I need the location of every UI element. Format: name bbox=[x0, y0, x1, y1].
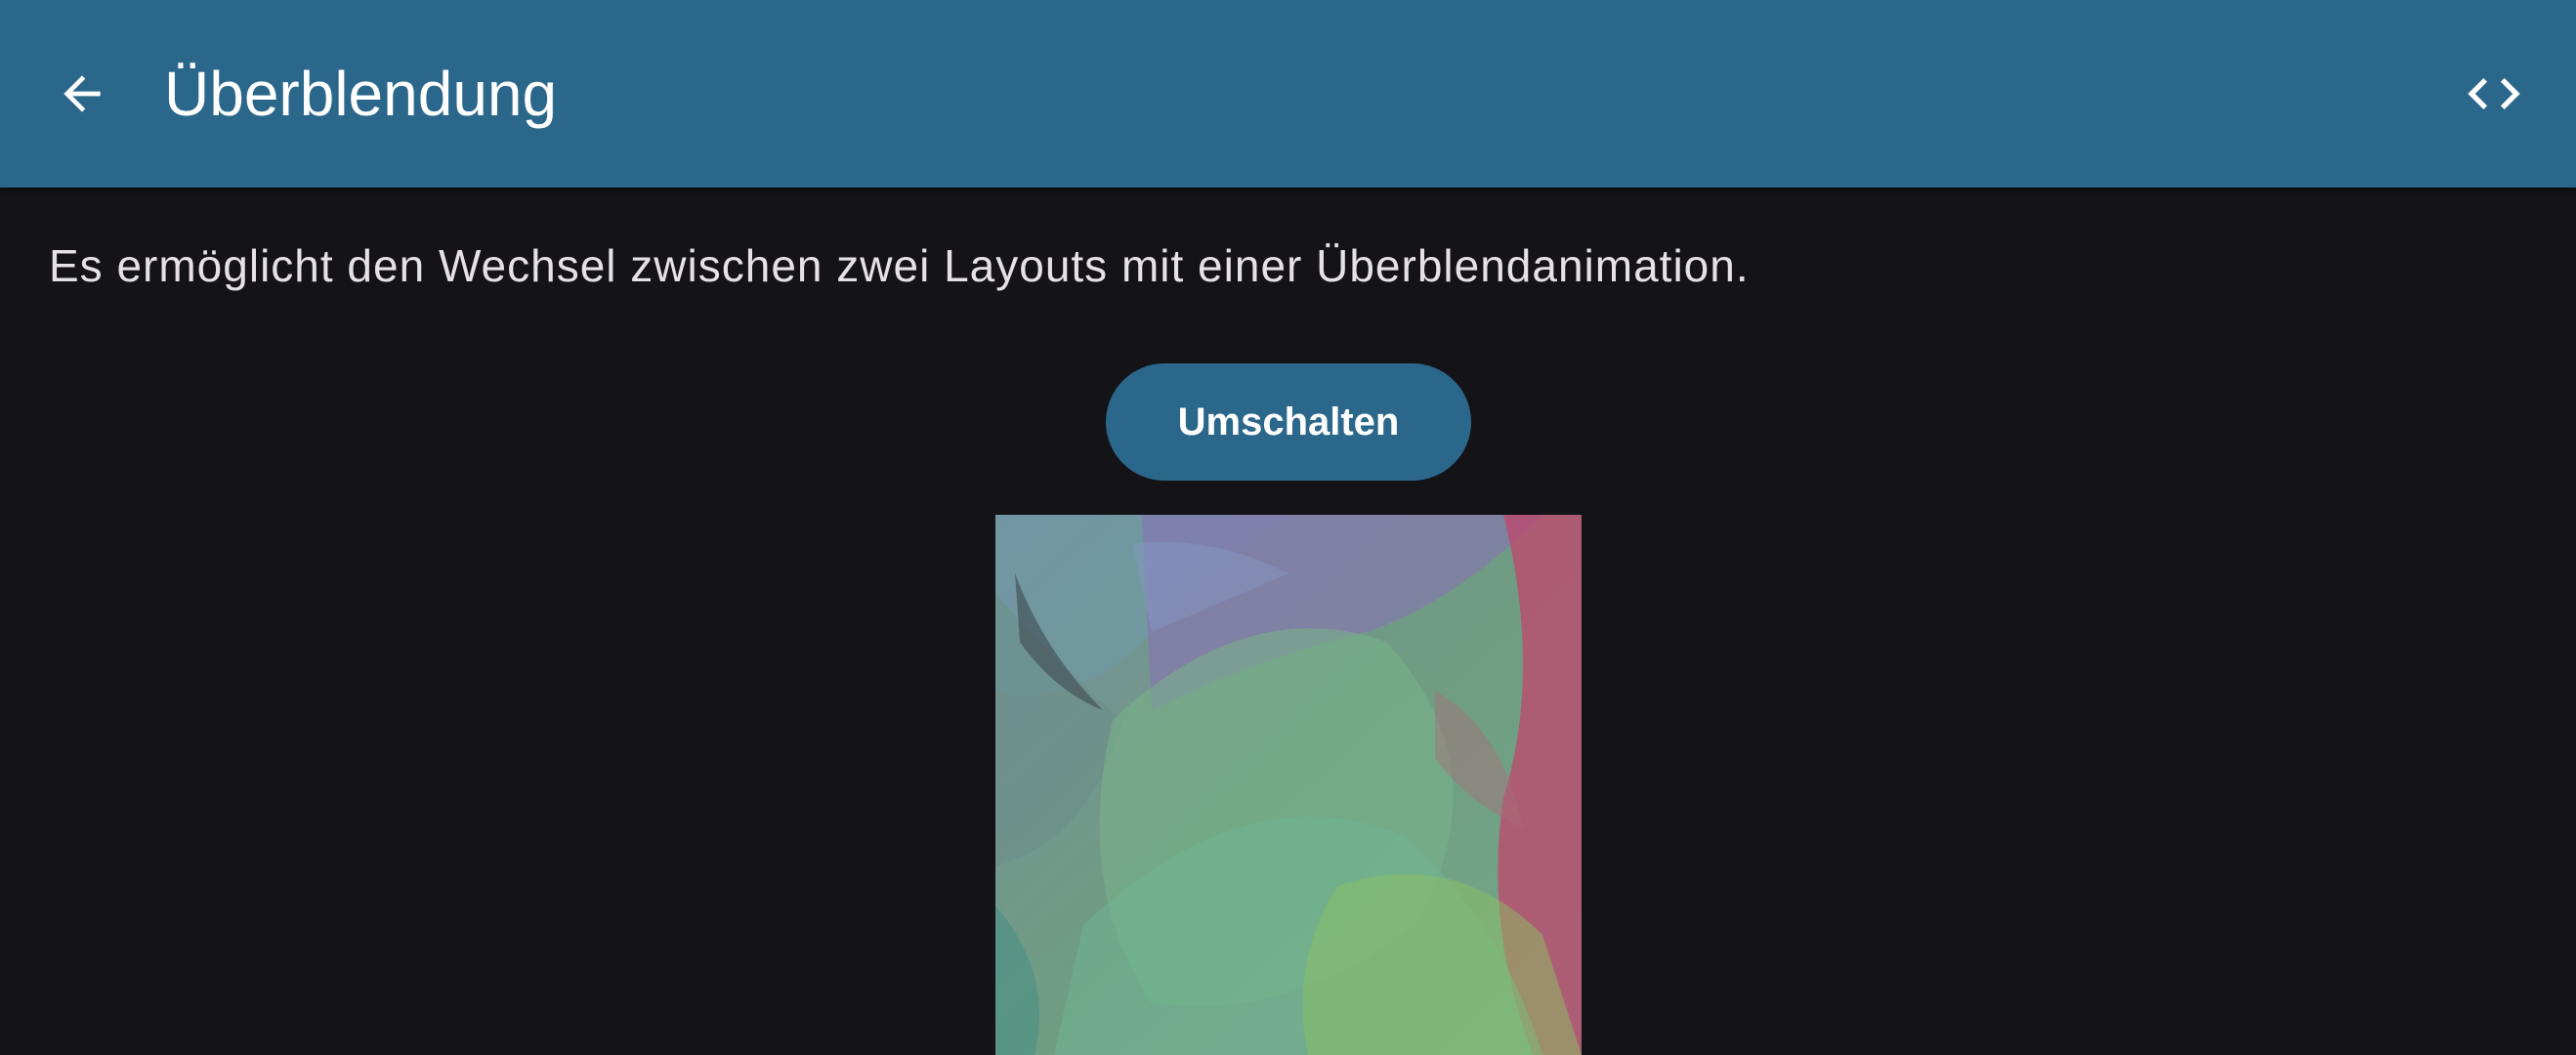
toggle-button[interactable]: Umschalten bbox=[1106, 363, 1471, 481]
top-app-bar: Überblendung bbox=[0, 0, 2576, 188]
page-title: Überblendung bbox=[164, 59, 558, 129]
arrow-back-icon bbox=[63, 75, 101, 112]
screen-description: Es ermöglicht den Wechsel zwischen zwei … bbox=[49, 240, 1750, 291]
code-icon bbox=[2468, 78, 2520, 109]
crossfade-image bbox=[995, 515, 1582, 1055]
abstract-artwork bbox=[995, 515, 1582, 1055]
app-screen: Überblendung Es ermöglicht den Wechsel z… bbox=[0, 0, 2576, 1055]
view-code-button[interactable] bbox=[2445, 45, 2543, 143]
back-button[interactable] bbox=[33, 45, 131, 143]
